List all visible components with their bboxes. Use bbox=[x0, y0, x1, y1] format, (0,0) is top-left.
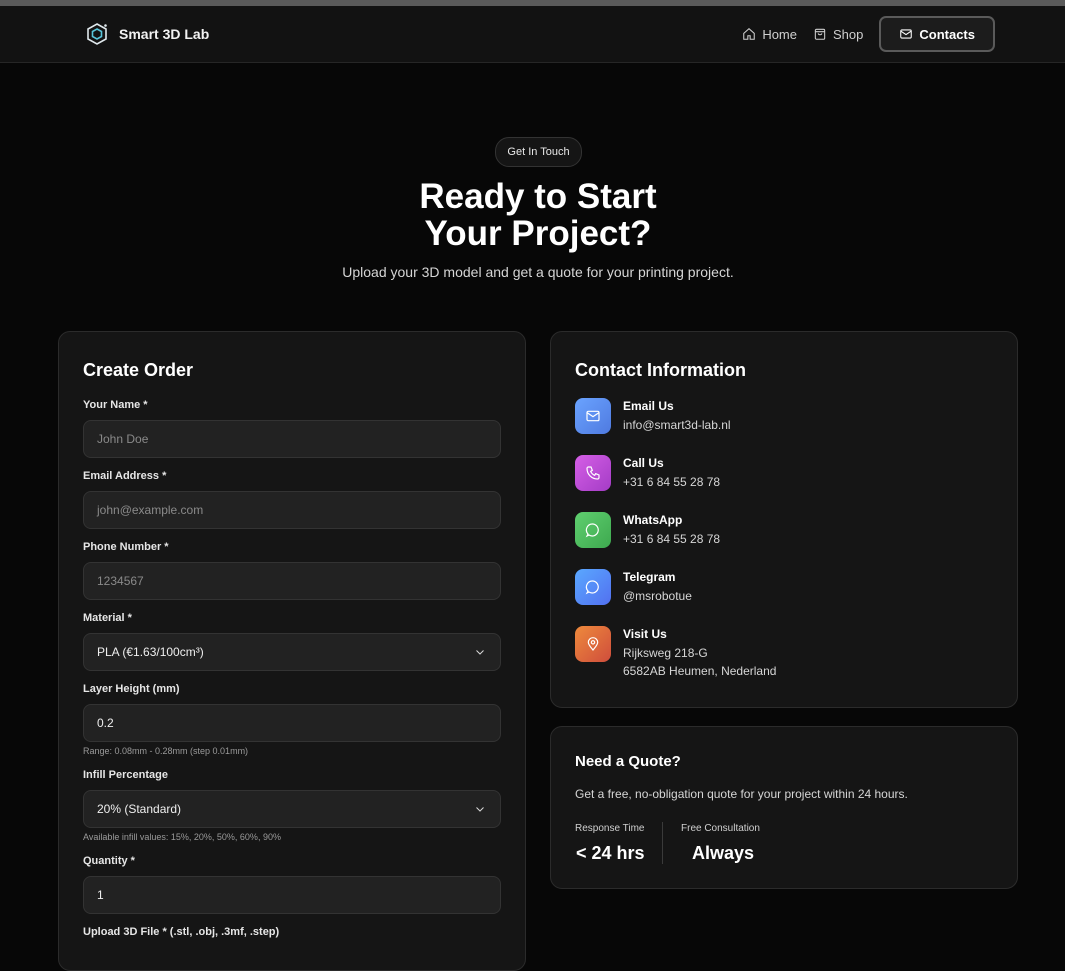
contact-item-title: Email Us bbox=[623, 399, 674, 413]
infill-label: Infill Percentage bbox=[83, 769, 168, 781]
infill-select-value: 20% (Standard) bbox=[97, 802, 182, 816]
create-order-title: Create Order bbox=[83, 360, 194, 380]
get-in-touch-badge: Get In Touch bbox=[495, 137, 582, 167]
nav-contacts-label: Contacts bbox=[919, 26, 975, 42]
mail-icon bbox=[900, 29, 913, 39]
map-pin-icon bbox=[587, 637, 599, 651]
nav-contacts[interactable]: Contacts bbox=[879, 16, 995, 52]
contact-item-line: @msrobotue bbox=[623, 589, 692, 603]
email-label: Email Address * bbox=[83, 470, 167, 482]
hero-subtitle: Upload your 3D model and get a quote for… bbox=[342, 264, 734, 280]
nav-shop[interactable]: Shop bbox=[813, 27, 863, 42]
hero-title-line1: Ready to Start bbox=[419, 177, 657, 216]
cube-logo-icon bbox=[87, 23, 107, 45]
chat-icon bbox=[585, 523, 599, 538]
quantity-label: Quantity * bbox=[83, 855, 135, 867]
contact-item-telegram[interactable]: Telegram @msrobotue bbox=[575, 569, 692, 605]
contact-item-title: Visit Us bbox=[623, 627, 667, 641]
phone-input[interactable]: 1234567 bbox=[83, 562, 501, 600]
email-input[interactable]: john@example.com bbox=[83, 491, 501, 529]
phone-label: Phone Number * bbox=[83, 541, 169, 553]
response-time-value: < 24 hrs bbox=[576, 843, 645, 863]
chat-icon bbox=[585, 580, 599, 595]
phone-icon bbox=[586, 466, 600, 480]
need-quote-card: Need a Quote? Get a free, no-obligation … bbox=[550, 726, 1018, 889]
contact-item-address[interactable]: Visit Us Rijksweg 218-G 6582AB Heumen, N… bbox=[575, 626, 776, 677]
contact-info-title: Contact Information bbox=[575, 360, 746, 380]
main-nav: Home Shop Contacts bbox=[742, 16, 995, 52]
contact-item-title: WhatsApp bbox=[623, 513, 683, 527]
contact-item-line: info@smart3d-lab.nl bbox=[623, 418, 731, 432]
name-input[interactable]: John Doe bbox=[83, 420, 501, 458]
layer-height-label: Layer Height (mm) bbox=[83, 683, 180, 695]
hero-title-line2: Your Project? bbox=[424, 214, 652, 253]
nav-shop-label: Shop bbox=[833, 26, 864, 42]
material-select-value: PLA (€1.63/100cm³) bbox=[97, 645, 204, 659]
whatsapp-tile bbox=[575, 512, 611, 548]
layer-height-input[interactable]: 0.2 bbox=[83, 704, 501, 742]
quote-title: Need a Quote? bbox=[575, 753, 681, 770]
email-tile bbox=[575, 398, 611, 434]
bag-icon bbox=[814, 28, 826, 40]
hero-title: Ready to Start Your Project? bbox=[0, 178, 1065, 252]
stats-divider bbox=[662, 822, 663, 864]
contact-item-line: 6582AB Heumen, Nederland bbox=[623, 664, 777, 678]
nav-home[interactable]: Home bbox=[742, 27, 797, 42]
contact-item-line: +31 6 84 55 28 78 bbox=[623, 475, 721, 489]
brand[interactable]: Smart 3D Lab bbox=[85, 22, 209, 46]
create-order-card: Create Order Your Name * John Doe Email … bbox=[58, 331, 526, 971]
material-label: Material * bbox=[83, 612, 132, 624]
chevron-down-icon bbox=[476, 650, 484, 655]
contact-item-email[interactable]: Email Us info@smart3d-lab.nl bbox=[575, 398, 731, 434]
free-consultation-label: Free Consultation bbox=[681, 823, 760, 834]
address-tile bbox=[575, 626, 611, 662]
mail-icon bbox=[586, 410, 600, 422]
quote-description: Get a free, no-obligation quote for your… bbox=[575, 787, 908, 801]
material-select[interactable]: PLA (€1.63/100cm³) bbox=[83, 633, 501, 671]
layer-height-hint: Range: 0.08mm - 0.28mm (step 0.01mm) bbox=[83, 746, 249, 756]
contact-item-title: Call Us bbox=[623, 456, 664, 470]
response-time-label: Response Time bbox=[575, 823, 645, 834]
phone-tile bbox=[575, 455, 611, 491]
contact-info-card: Contact Information Email Us info@smart3… bbox=[550, 331, 1018, 708]
upload-label: Upload 3D File * (.stl, .obj, .3mf, .ste… bbox=[83, 926, 280, 938]
infill-hint: Available infill values: 15%, 20%, 50%, … bbox=[83, 832, 281, 842]
quantity-input[interactable]: 1 bbox=[83, 876, 501, 914]
contact-item-line: +31 6 84 55 28 78 bbox=[623, 532, 721, 546]
contact-item-title: Telegram bbox=[623, 570, 676, 584]
home-icon bbox=[743, 28, 756, 40]
name-label: Your Name * bbox=[83, 399, 148, 411]
brand-name: Smart 3D Lab bbox=[119, 26, 210, 42]
contact-item-phone[interactable]: Call Us +31 6 84 55 28 78 bbox=[575, 455, 720, 491]
telegram-tile bbox=[575, 569, 611, 605]
contact-item-line: Rijksweg 218-G bbox=[623, 646, 708, 660]
contact-item-whatsapp[interactable]: WhatsApp +31 6 84 55 28 78 bbox=[575, 512, 720, 548]
free-consultation-value: Always bbox=[692, 843, 755, 863]
nav-home-label: Home bbox=[762, 26, 797, 42]
chevron-down-icon bbox=[476, 807, 484, 812]
site-header: Smart 3D Lab Home Shop Contacts bbox=[0, 6, 1065, 63]
infill-select[interactable]: 20% (Standard) bbox=[83, 790, 501, 828]
